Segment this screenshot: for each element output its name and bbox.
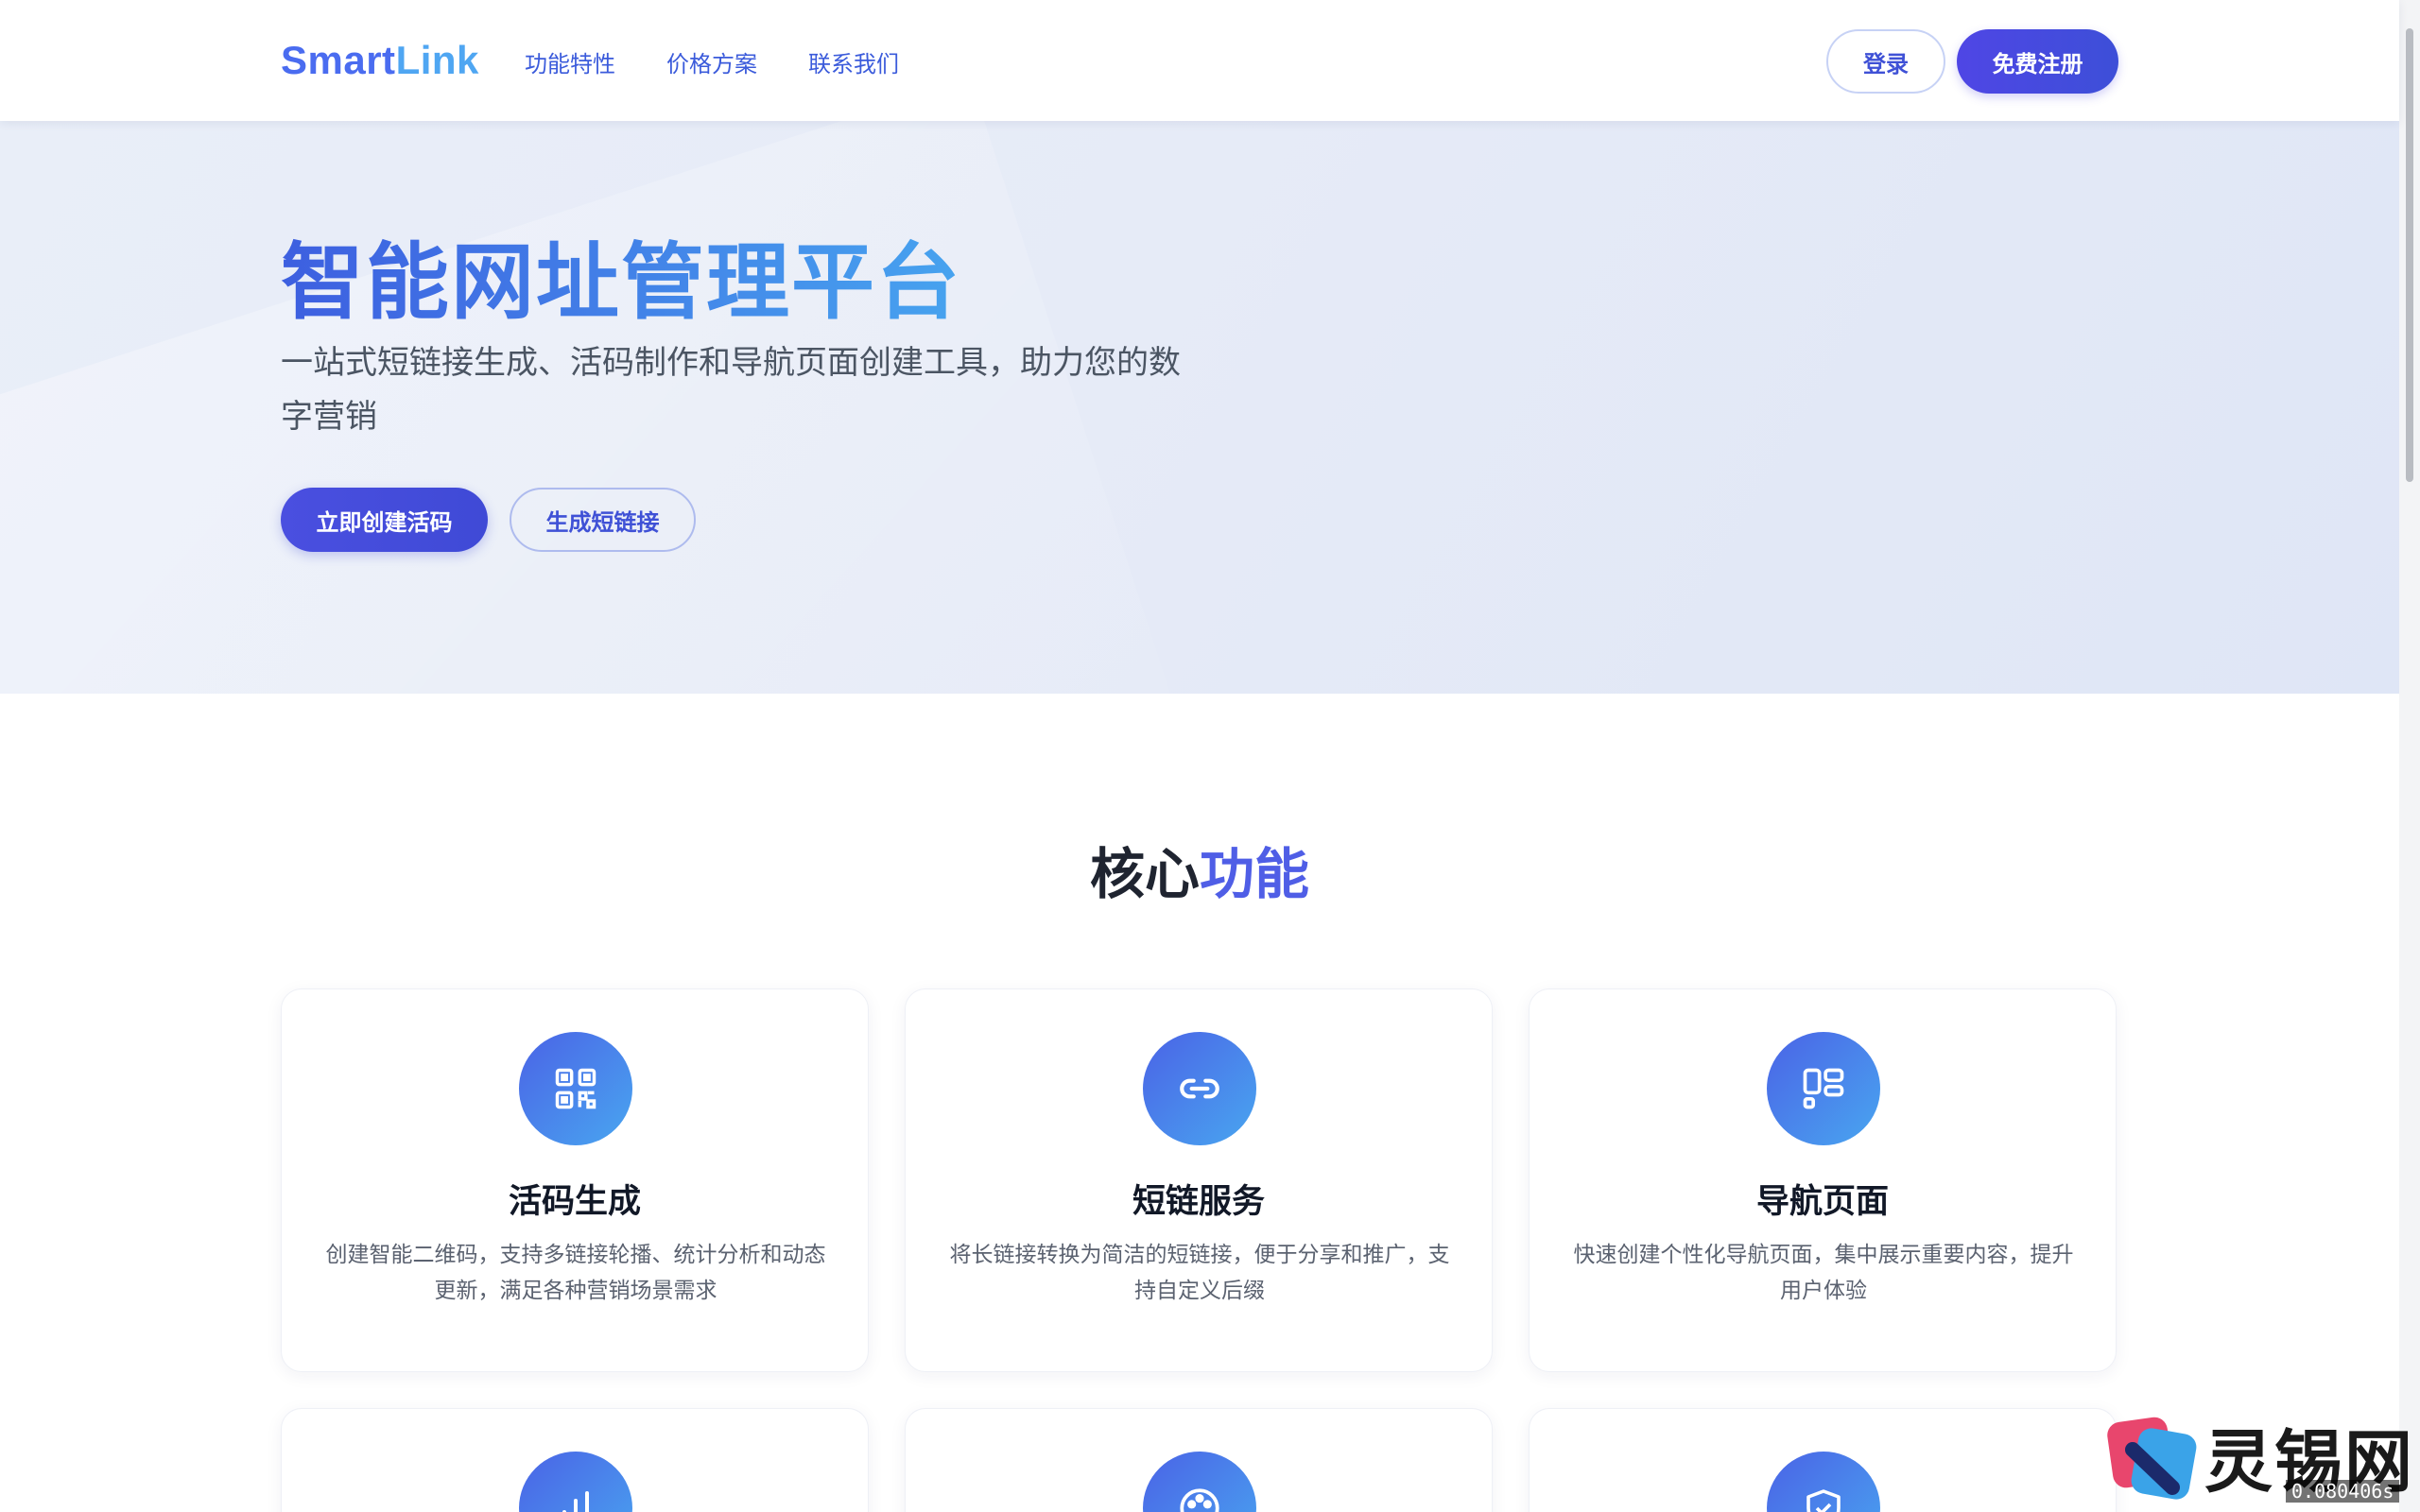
- palette-icon: [1143, 1452, 1256, 1512]
- logo-text-smart: Smart: [281, 38, 396, 82]
- page-scrollbar[interactable]: [2399, 0, 2420, 1512]
- feature-card-title: 导航页面: [1755, 1183, 1889, 1221]
- bar-chart-icon: [519, 1452, 632, 1512]
- site-header: SmartLink 功能特性 价格方案 联系我们 登录 免费注册: [0, 0, 2399, 121]
- scrollbar-thumb[interactable]: [2406, 28, 2413, 482]
- main-nav: 功能特性 价格方案 联系我们: [525, 45, 899, 78]
- nav-features[interactable]: 功能特性: [525, 45, 615, 78]
- generate-shortlink-button[interactable]: 生成短链接: [510, 488, 696, 552]
- nav-pricing[interactable]: 价格方案: [666, 45, 757, 78]
- features-title-part1: 核心: [1089, 842, 1200, 906]
- feature-card-desc: 将长链接转换为简洁的短链接，便于分享和推广，支持自定义后缀: [949, 1243, 1450, 1303]
- watermark-logo-icon: [2107, 1417, 2197, 1500]
- feature-card-shortlink[interactable]: 短链服务 将长链接转换为简洁的短链接，便于分享和推广，支持自定义后缀: [905, 988, 1493, 1372]
- feature-card-analytics[interactable]: [281, 1408, 869, 1512]
- feature-card-title: 短链服务: [1132, 1183, 1265, 1221]
- shield-check-icon: [1767, 1452, 1880, 1512]
- hero-section: 智能网址管理平台 一站式短链接生成、活码制作和导航页面创建工具，助力您的数字营销…: [0, 121, 2399, 694]
- feature-card-qrcode[interactable]: 活码生成 创建智能二维码，支持多链接轮播、统计分析和动态更新，满足各种营销场景需…: [281, 988, 869, 1372]
- link-icon: [1143, 1032, 1256, 1145]
- create-qrcode-button[interactable]: 立即创建活码: [281, 488, 488, 552]
- logo-text-link: Link: [395, 38, 479, 82]
- feature-card-desc: 创建智能二维码，支持多链接轮播、统计分析和动态更新，满足各种营销场景需求: [325, 1243, 826, 1303]
- register-button[interactable]: 免费注册: [1957, 29, 2118, 94]
- feature-card-navpage[interactable]: 导航页面 快速创建个性化导航页面，集中展示重要内容，提升用户体验: [1529, 988, 2117, 1372]
- hero-title: 智能网址管理平台: [281, 215, 961, 335]
- feature-card-security[interactable]: [1529, 1408, 2117, 1512]
- render-timer: 0.080406s: [2286, 1480, 2400, 1503]
- layout-icon: [1767, 1032, 1880, 1145]
- nav-contact[interactable]: 联系我们: [808, 45, 899, 78]
- features-title-part2: 功能: [1200, 842, 1310, 906]
- hero-subtitle: 一站式短链接生成、活码制作和导航页面创建工具，助力您的数字营销: [281, 344, 1181, 436]
- features-title: 核心功能: [0, 830, 2399, 909]
- feature-card-desc: 快速创建个性化导航页面，集中展示重要内容，提升用户体验: [1573, 1243, 2074, 1303]
- login-button[interactable]: 登录: [1826, 29, 1945, 94]
- logo[interactable]: SmartLink: [281, 38, 479, 83]
- qrcode-icon: [519, 1032, 632, 1145]
- feature-card-customize[interactable]: [905, 1408, 1493, 1512]
- feature-card-title: 活码生成: [508, 1183, 641, 1221]
